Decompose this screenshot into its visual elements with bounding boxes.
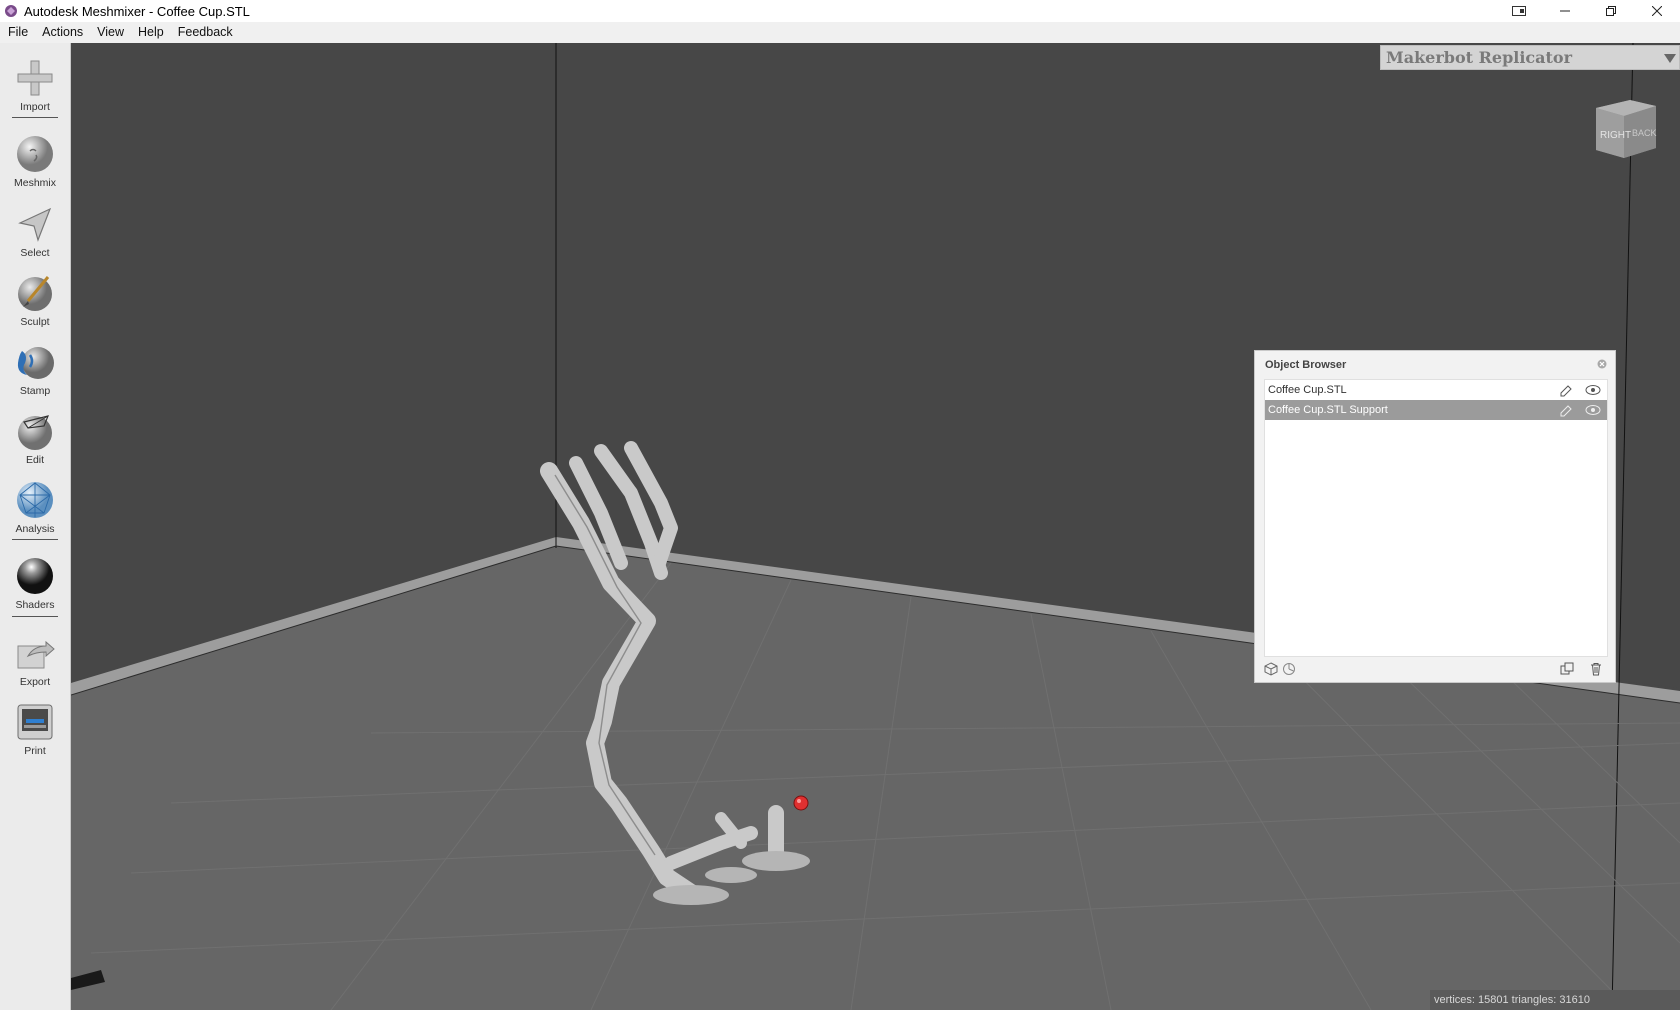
export-tool[interactable]: Export (0, 626, 70, 692)
meshmix-label: Meshmix (13, 177, 56, 189)
window-title: Autodesk Meshmixer - Coffee Cup.STL (24, 3, 250, 19)
object-name: Coffee Cup.STL Support (1268, 404, 1388, 416)
print-label: Print (24, 745, 46, 757)
pivot-marker (793, 795, 809, 811)
sculpt-label: Sculpt (20, 316, 50, 328)
analysis-sphere-icon (17, 482, 53, 518)
plus-icon (17, 60, 53, 96)
sculpt-brush-icon (18, 276, 52, 311)
shaders-tool[interactable]: Shaders (0, 549, 70, 615)
close-icon[interactable] (1597, 359, 1607, 369)
lock-edit-icon[interactable] (1558, 403, 1574, 417)
menu-file[interactable]: File (0, 22, 35, 43)
object-list: Coffee Cup.STL Coffee Cup.STL Support (1264, 379, 1608, 657)
print-tool[interactable]: Print (0, 695, 70, 761)
object-row[interactable]: Coffee Cup.STL (1265, 380, 1607, 400)
object-browser-title: Object Browser (1265, 359, 1347, 371)
toolbar-divider (12, 117, 58, 118)
view-cube[interactable]: RIGHT BACK (1590, 96, 1662, 164)
eye-visibility-icon[interactable] (1584, 403, 1602, 417)
sculpt-tool[interactable]: Sculpt (0, 266, 70, 332)
left-toolbar: Import Meshmix Select Sculpt Stamp Edit … (0, 43, 71, 1010)
shaders-label: Shaders (15, 599, 55, 611)
restore-icon (1606, 6, 1616, 16)
title-bar: Autodesk Meshmixer - Coffee Cup.STL (0, 0, 1680, 22)
viewcube-face-back: BACK (1632, 128, 1657, 138)
toolbar-divider (12, 539, 58, 540)
dropdown-arrow-icon (1661, 49, 1679, 67)
close-button[interactable] (1634, 0, 1680, 22)
edit-label: Edit (25, 454, 45, 466)
eye-visibility-icon[interactable] (1584, 383, 1602, 397)
window-controls (1496, 0, 1680, 22)
meshmix-tool[interactable]: Meshmix (0, 127, 70, 193)
edit-tool[interactable]: Edit (0, 404, 70, 470)
toolbar-divider (12, 616, 58, 617)
object-name: Coffee Cup.STL (1268, 384, 1347, 396)
menu-feedback[interactable]: Feedback (171, 22, 240, 43)
meshmix-sphere-icon (17, 136, 53, 172)
select-label: Select (20, 247, 50, 259)
viewcube-face-right: RIGHT (1600, 130, 1631, 141)
menu-bar: File Actions View Help Feedback (0, 22, 1680, 43)
minimize-icon (1560, 10, 1570, 12)
printer-selected: Makerbot Replicator (1386, 48, 1573, 67)
pie-chart-icon[interactable] (1282, 662, 1296, 676)
lock-edit-icon[interactable] (1558, 383, 1574, 397)
menu-actions[interactable]: Actions (35, 22, 90, 43)
cursor-arrow-icon (18, 207, 52, 242)
menu-help[interactable]: Help (131, 22, 171, 43)
meshmixer-logo-icon (5, 5, 17, 17)
select-tool[interactable]: Select (0, 197, 70, 263)
close-icon (1652, 6, 1662, 16)
trash-icon[interactable] (1589, 662, 1603, 676)
export-icon (17, 640, 55, 669)
export-label: Export (19, 676, 51, 688)
tablet-mode-icon (1512, 6, 1526, 16)
printer-icon (17, 704, 53, 740)
tablet-mode-button[interactable] (1496, 0, 1542, 22)
stamp-label: Stamp (19, 385, 51, 397)
analysis-label: Analysis (15, 523, 55, 535)
stamp-tool[interactable]: Stamp (0, 335, 70, 401)
import-label: Import (20, 101, 50, 113)
import-tool[interactable]: Import (0, 51, 70, 117)
stamp-icon (17, 347, 54, 379)
object-row[interactable]: Coffee Cup.STL Support (1265, 400, 1607, 420)
mesh-stats-status: vertices: 15801 triangles: 31610 (1430, 990, 1680, 1010)
restore-button[interactable] (1588, 0, 1634, 22)
shader-ball-icon (17, 558, 53, 594)
duplicate-icon[interactable] (1560, 662, 1574, 676)
menu-view[interactable]: View (90, 22, 131, 43)
analysis-tool[interactable]: Analysis (0, 473, 70, 539)
printer-dropdown[interactable]: Makerbot Replicator (1380, 45, 1680, 70)
edit-sphere-icon (18, 415, 52, 450)
object-browser-panel: Object Browser Coffee Cup.STL Coffee Cup… (1254, 350, 1616, 683)
cube-icon[interactable] (1264, 662, 1278, 676)
minimize-button[interactable] (1542, 0, 1588, 22)
